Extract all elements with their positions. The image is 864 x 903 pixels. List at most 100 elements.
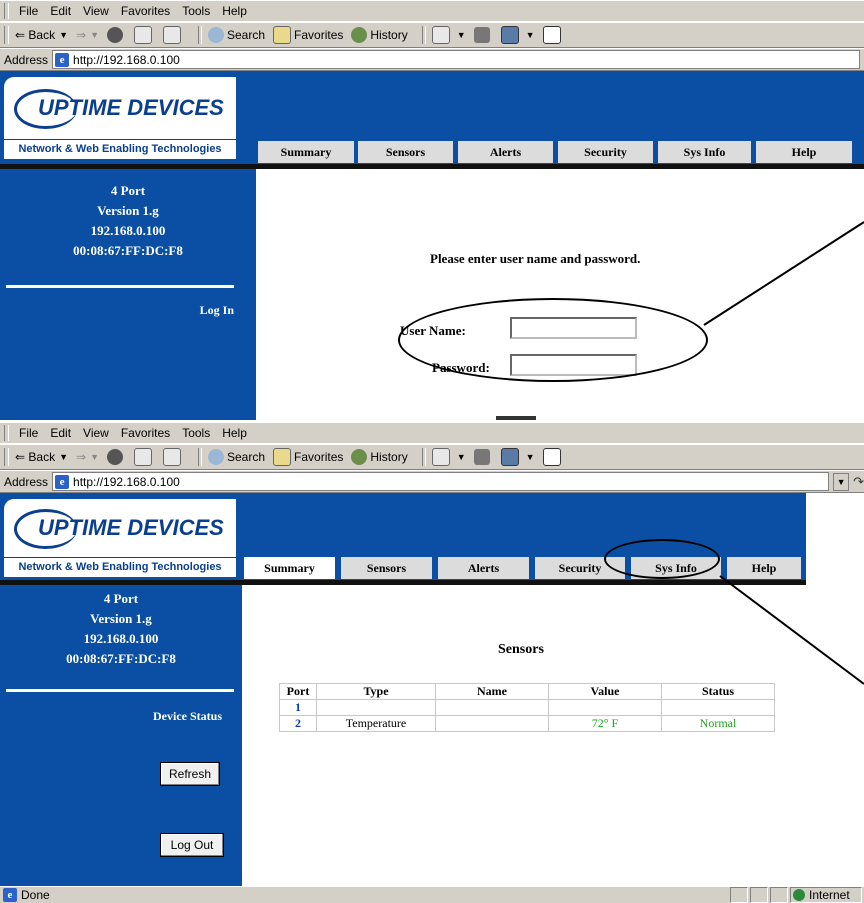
toolbar-separator xyxy=(421,448,426,466)
menu-edit[interactable]: Edit xyxy=(50,426,71,440)
status-segment xyxy=(750,887,768,903)
login-message: Please enter user name and password. xyxy=(430,251,641,266)
device-status-link[interactable]: Device Status xyxy=(153,709,222,724)
search-button[interactable]: Search xyxy=(208,449,265,465)
menu-grip xyxy=(4,425,9,441)
sys-info-callout xyxy=(604,539,720,579)
login-link[interactable]: Log In xyxy=(200,303,234,318)
column-header-status: Status xyxy=(661,683,775,700)
forward-button[interactable]: ⇒ ▼ xyxy=(76,450,99,464)
menu-help[interactable]: Help xyxy=(222,426,247,440)
device-ports: 4 Port xyxy=(103,591,139,606)
go-icon[interactable]: ↷ xyxy=(853,474,864,490)
forward-button[interactable]: ⇒ ▼ xyxy=(76,28,99,42)
table-header-row: Port Type Name Value Status xyxy=(279,683,775,700)
tab-alerts[interactable]: Alerts xyxy=(438,557,529,579)
home-button[interactable] xyxy=(163,26,184,44)
status-bar: e Done Internet xyxy=(0,886,864,903)
mail-icon xyxy=(431,448,450,466)
menu-help[interactable]: Help xyxy=(222,4,247,18)
edit-button[interactable]: ▼ xyxy=(500,26,535,44)
address-bar: Address e http://192.168.0.100 ▼ ↷ xyxy=(0,470,864,493)
tab-summary[interactable]: Summary xyxy=(244,557,335,579)
toolbar-grip xyxy=(4,448,9,466)
brand-logo: UPTIME DEVICES Network & Web Enabling Te… xyxy=(4,77,236,159)
address-input[interactable]: e http://192.168.0.100 xyxy=(52,50,860,69)
menu-tools[interactable]: Tools xyxy=(182,4,210,18)
menu-favorites[interactable]: Favorites xyxy=(121,4,170,18)
tab-summary[interactable]: Summary xyxy=(258,141,354,163)
login-page: UPTIME DEVICES Network & Web Enabling Te… xyxy=(0,71,864,420)
stop-icon xyxy=(107,449,123,465)
refresh-button[interactable]: Refresh xyxy=(160,762,220,786)
dropdown-icon[interactable]: ▼ xyxy=(90,30,99,40)
search-label: Search xyxy=(227,450,266,464)
refresh-page-button[interactable] xyxy=(134,26,155,44)
mail-button[interactable]: ▼ xyxy=(431,448,466,466)
address-dropdown-icon[interactable]: ▼ xyxy=(833,472,850,491)
print-button[interactable] xyxy=(473,27,493,43)
tab-alerts[interactable]: Alerts xyxy=(458,141,553,163)
dropdown-icon[interactable]: ▼ xyxy=(457,30,466,40)
tab-sensors[interactable]: Sensors xyxy=(358,141,453,163)
menu-favorites[interactable]: Favorites xyxy=(121,426,170,440)
edit-button[interactable]: ▼ xyxy=(500,448,535,466)
history-button[interactable]: History xyxy=(351,449,408,465)
favorites-button[interactable]: Favorites xyxy=(273,26,343,44)
menu-view[interactable]: View xyxy=(83,426,109,440)
status-segment xyxy=(730,887,748,903)
dropdown-icon[interactable]: ▼ xyxy=(90,452,99,462)
discuss-button[interactable] xyxy=(542,448,564,466)
mail-button[interactable]: ▼ xyxy=(431,26,466,44)
discuss-icon xyxy=(542,26,561,44)
column-header-port: Port xyxy=(279,683,317,700)
cell-port[interactable]: 1 xyxy=(279,699,317,716)
print-button[interactable] xyxy=(473,449,493,465)
tab-help[interactable]: Help xyxy=(727,557,801,579)
address-url: http://192.168.0.100 xyxy=(73,474,180,489)
logout-button[interactable]: Log Out xyxy=(160,833,224,857)
history-button[interactable]: History xyxy=(351,27,408,43)
dropdown-icon[interactable]: ▼ xyxy=(59,452,68,462)
device-sidebar: 4 Port Version 1.g 192.168.0.100 00:08:6… xyxy=(0,169,256,420)
menu-file[interactable]: File xyxy=(19,4,38,18)
tab-sys-info[interactable]: Sys Info xyxy=(658,141,751,163)
print-icon xyxy=(473,27,490,43)
dropdown-icon[interactable]: ▼ xyxy=(59,30,68,40)
refresh-page-button[interactable] xyxy=(134,448,155,466)
favorites-button[interactable]: Favorites xyxy=(273,448,343,466)
tab-security[interactable]: Security xyxy=(558,141,653,163)
tab-sensors[interactable]: Sensors xyxy=(341,557,432,579)
print-icon xyxy=(473,449,490,465)
stop-button[interactable] xyxy=(107,27,126,43)
column-header-name: Name xyxy=(435,683,549,700)
cell-port[interactable]: 2 xyxy=(279,715,317,732)
dropdown-icon[interactable]: ▼ xyxy=(526,452,535,462)
favorites-icon xyxy=(273,448,292,466)
status-page: UPTIME DEVICES Network & Web Enabling Te… xyxy=(0,493,864,886)
discuss-button[interactable] xyxy=(542,26,564,44)
cell-type xyxy=(316,699,436,716)
back-label: Back xyxy=(28,28,56,42)
menu-view[interactable]: View xyxy=(83,4,109,18)
tab-help[interactable]: Help xyxy=(756,141,852,163)
stop-button[interactable] xyxy=(107,449,126,465)
back-button[interactable]: ⇐ Back ▼ xyxy=(15,28,68,42)
address-bar: Address e http://192.168.0.100 xyxy=(0,48,864,71)
dropdown-icon[interactable]: ▼ xyxy=(526,30,535,40)
address-input[interactable]: e http://192.168.0.100 xyxy=(52,472,830,491)
sidebar-divider xyxy=(6,285,234,288)
search-button[interactable]: Search xyxy=(208,27,265,43)
back-button[interactable]: ⇐ Back ▼ xyxy=(15,450,68,464)
cell-name xyxy=(435,699,549,716)
device-ports: 4 Port xyxy=(110,183,146,198)
status-text: Done xyxy=(21,888,50,902)
forward-arrow-icon: ⇒ xyxy=(76,28,87,42)
menu-edit[interactable]: Edit xyxy=(50,4,71,18)
home-button[interactable] xyxy=(163,448,184,466)
dropdown-icon[interactable]: ▼ xyxy=(457,452,466,462)
edit-icon xyxy=(500,26,519,44)
menu-tools[interactable]: Tools xyxy=(182,426,210,440)
forward-arrow-icon: ⇒ xyxy=(76,450,87,464)
menu-file[interactable]: File xyxy=(19,426,38,440)
